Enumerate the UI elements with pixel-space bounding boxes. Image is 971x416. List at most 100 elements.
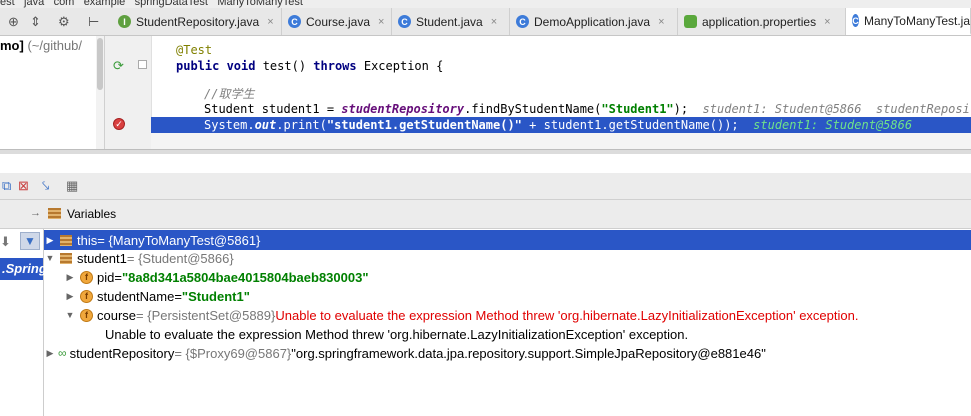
code-text: Student student1 = [204, 102, 342, 116]
tab-student[interactable]: C Student.java × [392, 8, 510, 35]
variable-value: "8a8d341a5804bae4015804baeb830003" [121, 269, 369, 285]
filter-icon[interactable]: ▼ [20, 232, 40, 250]
frame-label: .Spring [2, 261, 47, 276]
project-root[interactable]: mo] (~/github/ [0, 38, 82, 53]
field-watch-icon: ∞ [58, 346, 67, 360]
variable-value: = {PersistentSet@5889} [136, 307, 276, 323]
run-test-icon[interactable]: ⟳ [113, 58, 124, 74]
variables-header: → Variables [0, 200, 971, 229]
down-arrow-icon[interactable]: ⬇ [0, 234, 11, 250]
expand-icon[interactable]: ▶ [64, 272, 76, 283]
variable-eq: = [174, 288, 182, 304]
scrollbar-thumb[interactable] [97, 38, 103, 90]
variable-value: "Student1" [181, 288, 250, 304]
close-icon[interactable]: × [378, 16, 384, 28]
interface-icon: I [118, 15, 131, 28]
code-text: .print( [276, 118, 327, 132]
error-detail: Unable to evaluate the expression Method… [105, 326, 689, 342]
hide-panel-icon[interactable]: ⊢ [88, 14, 99, 30]
remove-breakpoint-icon[interactable]: ⊠ [18, 178, 29, 194]
tab-application-properties[interactable]: application.properties × [678, 8, 846, 35]
breakpoint-icon[interactable]: ✓ [113, 118, 125, 130]
string-literal: "Student1" [601, 102, 674, 116]
variable-row-course[interactable]: ▼ f course = {PersistentSet@5889} Unable… [64, 305, 971, 325]
panel-title: Variables [67, 207, 117, 221]
class-icon: C [516, 15, 529, 28]
project-path: (~/github/ [23, 38, 83, 53]
tab-many-to-many-test[interactable]: C ManyToManyTest.ja [846, 8, 971, 35]
collapse-icon[interactable]: ⇕ [30, 14, 41, 30]
close-icon[interactable]: × [267, 16, 273, 28]
expand-icon[interactable]: ▶ [44, 348, 56, 359]
variable-extra: "org.springframework.data.jpa.repository… [291, 345, 766, 361]
expand-icon[interactable]: ▶ [44, 235, 56, 246]
variable-name: this [77, 232, 98, 248]
breadcrumb-item[interactable]: example [84, 0, 126, 8]
string-literal: "student1.getStudentName()" [326, 118, 522, 132]
code-text: System. [204, 118, 255, 132]
code-text: ); [673, 102, 689, 116]
project-scrollbar[interactable] [96, 36, 105, 149]
tab-course[interactable]: C Course.java × [282, 8, 392, 35]
keyword: public [176, 59, 227, 73]
variable-row-this[interactable]: ▶ this = {ManyToManyTest@5861} [44, 230, 971, 250]
inline-debug-value: student1: Student@5866 [738, 118, 913, 132]
expand-icon[interactable]: ▶ [64, 291, 76, 302]
editor-line [151, 133, 971, 149]
collapse-icon[interactable]: ▼ [44, 253, 56, 263]
field-icon: f [80, 289, 93, 303]
tab-demo-application[interactable]: C DemoApplication.java × [510, 8, 678, 35]
variable-value: = {$Proxy69@5867} [174, 345, 292, 361]
object-icon [60, 252, 72, 264]
breadcrumb-item[interactable]: ManyToManyTest [217, 0, 303, 8]
panel-splitter[interactable] [0, 149, 971, 154]
error-message: Unable to evaluate the expression Method… [275, 307, 859, 323]
object-icon [60, 234, 72, 246]
tab-label: DemoApplication.java [534, 14, 651, 29]
code-text: + student1.getStudentName()); [521, 118, 739, 132]
tab-label: Course.java [306, 14, 371, 29]
breadcrumb-item[interactable]: com [54, 0, 75, 8]
table-icon[interactable]: ▦ [66, 178, 78, 194]
variable-row-course-detail[interactable]: Unable to evaluate the expression Method… [105, 324, 971, 344]
variable-row-studentrepository[interactable]: ▶ ∞ studentRepository = {$Proxy69@5867} … [44, 343, 971, 363]
tab-label: application.properties [702, 14, 817, 29]
variable-name: student1 [77, 250, 127, 266]
frame-item-selected[interactable]: .Spring [0, 258, 47, 280]
restore-layout-icon[interactable]: ⧉ [2, 178, 11, 194]
class-icon: C [852, 14, 859, 27]
variable-row-studentname[interactable]: ▶ f studentName = "Student1" [64, 286, 971, 306]
tab-label: ManyToManyTest.ja [863, 13, 970, 28]
variable-name: studentName [97, 288, 175, 304]
fold-icon[interactable] [138, 60, 147, 69]
gear-icon[interactable]: ⚙ [58, 14, 70, 30]
pin-icon[interactable]: → [30, 207, 41, 219]
editor-gutter [105, 36, 152, 149]
project-name: mo] [0, 38, 24, 53]
field-ref: out [254, 118, 277, 132]
debug-toolbar: ⧉ ⊠ ⤥ ▦ [0, 173, 971, 200]
variable-name: studentRepository [69, 345, 175, 361]
step-icon[interactable]: ⤥ [42, 178, 49, 194]
field-icon: f [80, 308, 93, 322]
class-icon: C [288, 15, 301, 28]
collapse-icon[interactable]: ▼ [64, 310, 76, 320]
variable-name: course [97, 307, 137, 323]
close-icon[interactable]: × [658, 16, 664, 28]
close-icon[interactable]: × [824, 16, 830, 28]
variable-row-student1[interactable]: ▼ student1 = {Student@5866} [44, 248, 971, 268]
tab-student-repository[interactable]: I StudentRepository.java × [112, 8, 282, 35]
inline-debug-value: student1: Student@5866 studentRepository [688, 102, 971, 116]
field-icon: f [80, 270, 93, 284]
method-name: test() [262, 59, 314, 73]
breadcrumb-item[interactable]: java [24, 0, 44, 8]
variable-name: pid [97, 269, 115, 285]
target-icon[interactable]: ⊕ [8, 14, 19, 30]
breadcrumb-item[interactable]: springDataTest [135, 0, 208, 8]
breadcrumb-item[interactable]: est [0, 0, 15, 8]
keyword: throws [313, 59, 364, 73]
spring-leaf-icon [684, 15, 697, 28]
tab-label: Student.java [416, 14, 483, 29]
variable-row-pid[interactable]: ▶ f pid = "8a8d341a5804bae4015804baeb830… [64, 267, 971, 287]
close-icon[interactable]: × [491, 16, 497, 28]
